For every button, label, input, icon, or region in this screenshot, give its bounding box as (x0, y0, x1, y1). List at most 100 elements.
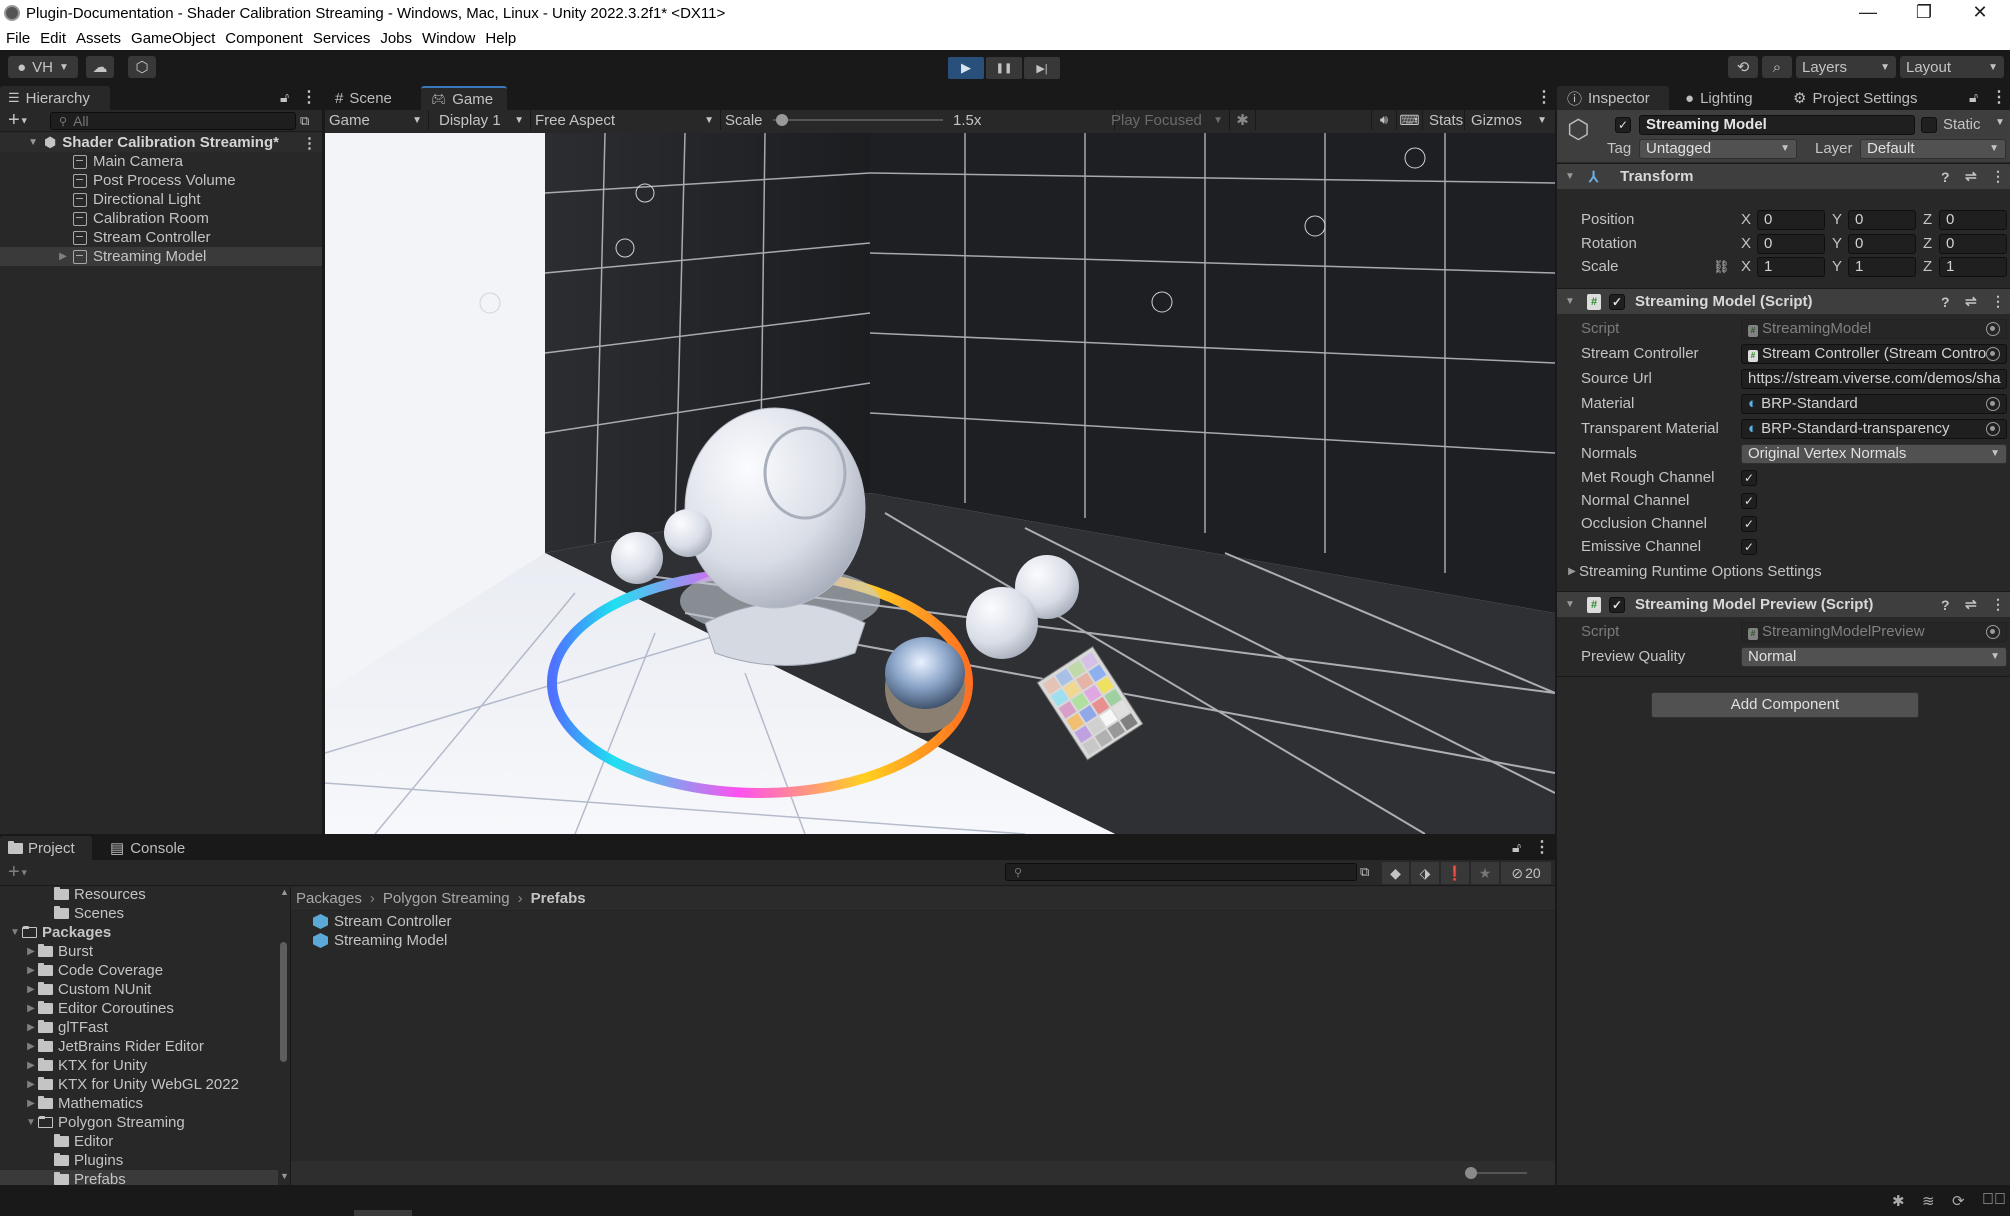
transform-header[interactable]: ▼ ⅄ Transform ? ⇌ ⋮ (1557, 163, 2010, 189)
runtime-options-foldout[interactable]: ▶ Streaming Runtime Options Settings (1565, 561, 1821, 581)
folder-tree-item[interactable]: ▶ Burst (0, 942, 278, 961)
component-menu-icon[interactable]: ⋮ (1991, 293, 2005, 310)
expand-arrow-icon[interactable]: ▶ (56, 251, 70, 262)
stats-button[interactable]: Stats (1423, 110, 1465, 130)
scrollbar-thumb[interactable] (280, 942, 287, 1062)
hierarchy-item[interactable]: Calibration Room (0, 209, 322, 228)
folder-tree-item[interactable]: Editor (0, 1132, 278, 1151)
met-rough-channel-checkbox[interactable]: ✓ (1741, 470, 1757, 486)
streaming-model-preview-header[interactable]: ▼ # ✓ Streaming Model Preview (Script) ?… (1557, 591, 2010, 617)
collapse-arrow-icon[interactable]: ▼ (1563, 296, 1577, 307)
folder-tree-item[interactable]: ▶ Code Coverage (0, 961, 278, 980)
icon-size-slider-thumb[interactable] (1465, 1167, 1477, 1179)
menu-services[interactable]: Services (307, 30, 375, 47)
search-in-window-icon[interactable]: ⧉ (1360, 864, 1369, 880)
layers-dropdown[interactable]: Layers ▼ (1796, 56, 1896, 78)
collapse-arrow-icon[interactable]: ▼ (8, 927, 22, 938)
component-enabled-checkbox[interactable]: ✓ (1609, 293, 1625, 310)
scene-search-toggle-icon[interactable]: ⧉ (300, 113, 309, 129)
folder-tree-item[interactable]: ▶ glTFast (0, 1018, 278, 1037)
more-options-icon[interactable]: ⋮ (1536, 89, 1552, 107)
tab-project[interactable]: Project (0, 836, 92, 860)
folder-tree-item[interactable]: ▼ Packages (0, 923, 278, 942)
cloud-button[interactable]: ☁ (86, 56, 114, 78)
object-picker-icon[interactable] (1986, 397, 2000, 411)
tab-game[interactable]: 🎮︎ Game (421, 86, 507, 110)
display-dropdown[interactable]: Display 1 ▼ (429, 110, 531, 130)
rotation-y-input[interactable]: 0 (1848, 234, 1916, 254)
rotation-z-input[interactable]: 0 (1939, 234, 2007, 254)
folder-tree-item[interactable]: ▶ Editor Coroutines (0, 999, 278, 1018)
component-menu-icon[interactable]: ⋮ (1991, 168, 2005, 185)
tab-inspector[interactable]: ⓘ Inspector (1557, 86, 1669, 110)
rotation-x-input[interactable]: 0 (1757, 234, 1825, 254)
folder-tree-item[interactable]: Prefabs (0, 1170, 278, 1185)
expand-arrow-icon[interactable]: ▶ (24, 984, 38, 995)
layer-dropdown[interactable]: Default ▼ (1860, 139, 2006, 159)
menu-help[interactable]: Help (479, 30, 520, 47)
step-button[interactable]: ▶| (1024, 57, 1060, 79)
lock-icon[interactable]: 🔓︎ (1969, 89, 1983, 107)
minimize-button[interactable]: — (1840, 0, 1896, 26)
menu-window[interactable]: Window (416, 30, 479, 47)
folder-tree-item[interactable]: ▶ Mathematics (0, 1094, 278, 1113)
menu-component[interactable]: Component (219, 30, 307, 47)
folder-tree-item[interactable]: ▶ KTX for Unity (0, 1056, 278, 1075)
constrain-proportions-icon[interactable]: ⛓ (1713, 257, 1730, 277)
expand-arrow-icon[interactable]: ▶ (24, 1098, 38, 1109)
presets-icon[interactable]: ⇌ (1965, 293, 1977, 310)
game-mode-dropdown[interactable]: Game ▼ (325, 110, 429, 130)
folder-tree-item[interactable]: Plugins (0, 1151, 278, 1170)
hidden-packages-button[interactable]: ⊘ 20 (1501, 862, 1551, 884)
help-icon[interactable]: ? (1941, 597, 1950, 613)
collapse-arrow-icon[interactable]: ▼ (24, 1117, 38, 1128)
expand-arrow-icon[interactable]: ▶ (24, 1060, 38, 1071)
occlusion-channel-checkbox[interactable]: ✓ (1741, 516, 1757, 532)
folder-tree-item[interactable]: ▶ JetBrains Rider Editor (0, 1037, 278, 1056)
scroll-down-icon[interactable]: ▼ (280, 1171, 289, 1181)
object-name-input[interactable]: Streaming Model (1639, 115, 1915, 135)
help-icon[interactable]: ? (1941, 169, 1950, 185)
scale-z-input[interactable]: 1 (1939, 257, 2007, 277)
collapse-arrow-icon[interactable]: ▼ (1563, 171, 1577, 182)
gizmos-dropdown[interactable]: Gizmos ▼ (1465, 110, 1553, 130)
object-picker-icon[interactable] (1986, 422, 2000, 436)
hierarchy-item-selected[interactable]: ▶ Streaming Model (0, 247, 322, 266)
static-dropdown-icon[interactable]: ▼ (1995, 117, 2005, 128)
undo-history-button[interactable]: ⟲ (1728, 56, 1758, 78)
frame-debugger-button[interactable]: ✱ (1230, 110, 1256, 130)
search-button[interactable]: ⌕ (1762, 56, 1792, 78)
scale-x-input[interactable]: 1 (1757, 257, 1825, 277)
tab-scene[interactable]: # Scene (325, 86, 421, 110)
create-asset-button[interactable]: +▼ (8, 862, 29, 883)
cache-server-icon[interactable]: ≋ (1922, 1192, 1935, 1210)
tab-lighting[interactable]: ● Lighting (1675, 86, 1777, 110)
material-field[interactable]: ◐ BRP-Standard (1741, 394, 2007, 414)
tab-hierarchy[interactable]: ☰ Hierarchy (0, 86, 110, 110)
object-picker-icon[interactable] (1986, 347, 2000, 361)
create-button[interactable]: +▼ (8, 110, 29, 131)
play-button[interactable]: ▶ (948, 57, 984, 79)
more-options-icon[interactable]: ⋮ (1991, 89, 2007, 107)
normals-dropdown[interactable]: Original Vertex Normals ▼ (1741, 444, 2007, 464)
normal-channel-checkbox[interactable]: ✓ (1741, 493, 1757, 509)
search-by-label-button[interactable]: ⬗ (1411, 862, 1439, 884)
tree-scrollbar[interactable]: ▲ ▼ (278, 887, 290, 1185)
expand-arrow-icon[interactable]: ▶ (24, 1041, 38, 1052)
presets-icon[interactable]: ⇌ (1965, 168, 1977, 185)
hierarchy-item[interactable]: Post Process Volume (0, 171, 322, 190)
status-ok-icon[interactable]: ✓⃝ (1982, 1191, 2006, 1209)
pause-button[interactable]: ❚❚ (986, 57, 1022, 79)
static-checkbox[interactable] (1921, 117, 1937, 133)
scale-slider-thumb[interactable] (775, 114, 788, 126)
position-y-input[interactable]: 0 (1848, 210, 1916, 230)
folder-tree-item[interactable]: ▼ Polygon Streaming (0, 1113, 278, 1132)
lock-icon[interactable]: 🔓︎ (280, 89, 294, 107)
scroll-up-icon[interactable]: ▲ (280, 887, 289, 897)
transparent-material-field[interactable]: ◐ BRP-Standard-transparency (1741, 419, 2007, 439)
search-by-type-button[interactable]: ◆ (1382, 862, 1409, 884)
maximize-button[interactable]: ❐ (1896, 0, 1952, 26)
scale-slider-track[interactable] (773, 119, 943, 121)
tab-project-settings[interactable]: ⚙ Project Settings (1783, 86, 1951, 110)
aspect-dropdown[interactable]: Free Aspect ▼ (531, 110, 721, 130)
